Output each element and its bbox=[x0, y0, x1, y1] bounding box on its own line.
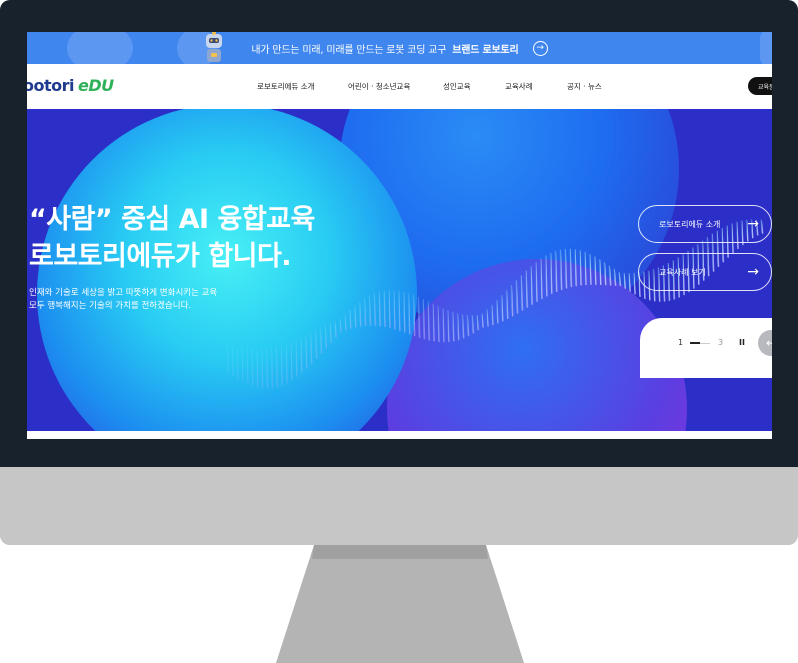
nav-item-news[interactable]: 공지 · 뉴스 bbox=[567, 81, 602, 92]
circle-arrow-right-icon[interactable]: → bbox=[532, 40, 548, 56]
hero-subtitle-line: 모두 행복해지는 기술의 가치를 전하겠습니다. bbox=[29, 301, 192, 311]
cases-button-label: 교육사례 보기 bbox=[659, 267, 706, 277]
hero-subtitle: 인재와 기술로 세상을 밝고 따뜻하게 변화시키는 교육 모두 행복해지는 기술… bbox=[29, 287, 217, 313]
nav-item-adult[interactable]: 성인교육 bbox=[443, 81, 471, 92]
arrow-left-icon: ← bbox=[765, 336, 772, 350]
logo[interactable]: ootori eDU bbox=[27, 76, 114, 95]
arrow-right-icon: → bbox=[747, 216, 759, 232]
inquiry-button[interactable]: 교육문 bbox=[748, 77, 772, 95]
logo-text: ootori bbox=[27, 76, 75, 95]
nav-item-about[interactable]: 로보토리에듀 소개 bbox=[257, 81, 315, 92]
navbar: ootori eDU 로보토리에듀 소개 어린이 · 청소년교육 성인교육 교육사… bbox=[27, 64, 772, 110]
monitor-chin bbox=[0, 467, 798, 545]
hero-title-line: “사람” 중심 AI 융합교육 bbox=[29, 204, 315, 235]
hero-title: “사람” 중심 AI 융합교육 로보토리에듀가 합니다. bbox=[29, 201, 315, 275]
monitor-stand-shadow bbox=[312, 545, 488, 559]
top-banner[interactable]: 내가 만드는 미래, 미래를 만드는 로봇 코딩 교구 브랜드 로보토리 → bbox=[27, 32, 772, 64]
pager-progress-bar bbox=[690, 342, 700, 344]
nav-item-kids[interactable]: 어린이 · 청소년교육 bbox=[348, 81, 410, 92]
nav-item-cases[interactable]: 교육사례 bbox=[505, 81, 533, 92]
logo-suffix: eDU bbox=[78, 76, 114, 95]
pause-button[interactable]: II bbox=[739, 338, 745, 347]
monitor-stand bbox=[276, 545, 524, 663]
banner-text: 내가 만드는 미래, 미래를 만드는 로봇 코딩 교구 bbox=[251, 44, 447, 56]
banner-highlight: 브랜드 로보토리 bbox=[452, 44, 519, 56]
hero-slider: “사람” 중심 AI 융합교육 로보토리에듀가 합니다. 인재와 기술로 세상을… bbox=[27, 109, 772, 431]
about-button[interactable]: 로보토리에듀 소개 → bbox=[638, 205, 772, 243]
banner-message: 내가 만드는 미래, 미래를 만드는 로봇 코딩 교구 브랜드 로보토리 → bbox=[27, 32, 772, 64]
pager-total: 3 bbox=[718, 338, 724, 347]
about-button-label: 로보토리에듀 소개 bbox=[659, 219, 721, 229]
slider-controls bbox=[640, 318, 772, 378]
arrow-right-icon: → bbox=[747, 264, 759, 280]
pager-current: 1 bbox=[678, 338, 684, 347]
monitor-frame: 내가 만드는 미래, 미래를 만드는 로봇 코딩 교구 브랜드 로보토리 → o… bbox=[0, 0, 798, 545]
cases-button[interactable]: 교육사례 보기 → bbox=[638, 253, 772, 291]
hero-subtitle-line: 인재와 기술로 세상을 밝고 따뜻하게 변화시키는 교육 bbox=[29, 288, 218, 298]
hero-title-line: 로보토리에듀가 합니다. bbox=[29, 241, 292, 272]
screen: 내가 만드는 미래, 미래를 만드는 로봇 코딩 교구 브랜드 로보토리 → o… bbox=[27, 32, 772, 439]
